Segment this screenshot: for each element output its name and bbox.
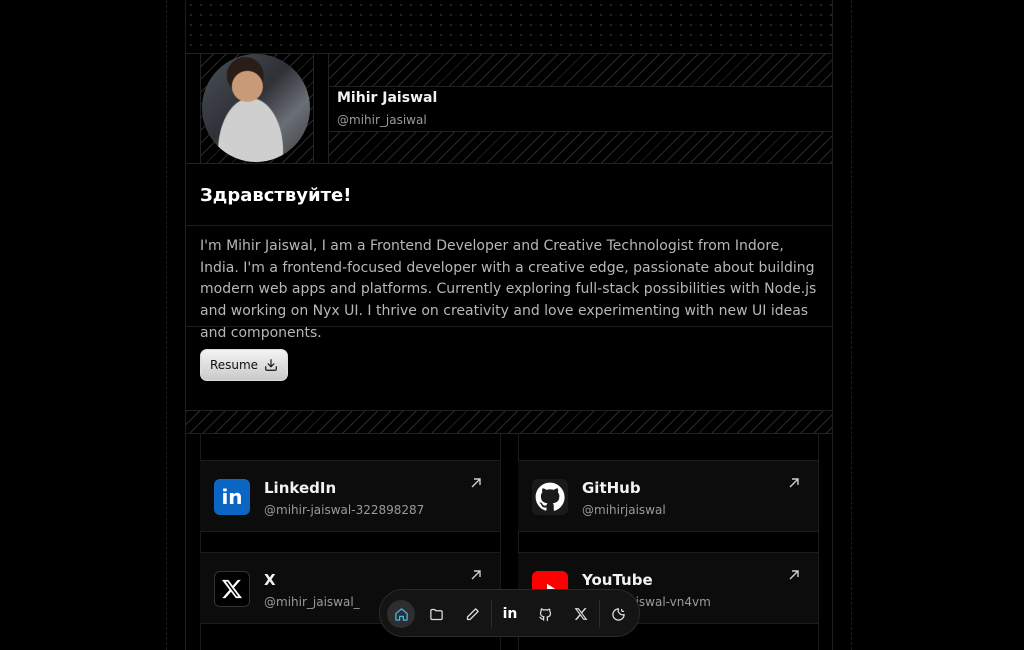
resume-label: Resume xyxy=(209,358,259,372)
dock-github[interactable] xyxy=(531,600,559,628)
social-handle: @mihir-jaiswal-322898287 xyxy=(264,503,425,517)
dock-linkedin[interactable]: in xyxy=(496,600,524,628)
folder-icon xyxy=(429,608,443,620)
github-icon xyxy=(538,607,551,621)
hatch-separator xyxy=(186,410,832,434)
main-panel: Mihir Jaiswal @mihir_jasiwal Здравствуйт… xyxy=(185,0,833,650)
floating-dock: in xyxy=(379,589,640,637)
social-title: YouTube xyxy=(582,571,653,589)
avatar xyxy=(202,54,310,162)
social-card-linkedin[interactable]: in LinkedIn @mihir-jaiswal-322898287 xyxy=(200,460,500,532)
greeting-section: Здравствуйте! xyxy=(186,163,832,226)
x-icon xyxy=(214,571,250,607)
greeting-heading: Здравствуйте! xyxy=(200,185,352,206)
dock-blog[interactable] xyxy=(458,600,486,628)
pencil-icon xyxy=(466,607,479,620)
social-title: LinkedIn xyxy=(264,479,337,497)
social-title: GitHub xyxy=(582,479,641,497)
linkedin-icon: in xyxy=(502,606,518,622)
dot-pattern-header xyxy=(186,0,832,54)
profile-header: Mihir Jaiswal @mihir_jasiwal xyxy=(186,53,832,164)
name-area: Mihir Jaiswal @mihir_jasiwal xyxy=(328,53,832,163)
bio-text: I'm Mihir Jaiswal, I am a Frontend Devel… xyxy=(200,238,817,341)
social-title: X xyxy=(264,571,276,589)
profile-handle: @mihir_jasiwal xyxy=(337,113,427,127)
social-handle: @mihir_jaiswal_ xyxy=(264,595,360,609)
linkedin-icon: in xyxy=(214,479,250,515)
dock-projects[interactable] xyxy=(422,600,450,628)
arrow-up-right-icon xyxy=(471,478,481,488)
social-handle: @mihirjaiswal xyxy=(582,503,666,517)
divider xyxy=(186,326,832,327)
home-icon xyxy=(394,607,408,621)
dock-home[interactable] xyxy=(387,600,415,628)
profile-name: Mihir Jaiswal xyxy=(337,90,438,106)
guide-line-left xyxy=(166,0,167,650)
github-icon xyxy=(532,479,568,515)
guide-line-right xyxy=(851,0,852,650)
download-icon xyxy=(265,359,277,371)
resume-button[interactable]: Resume xyxy=(200,349,288,381)
dock-theme-toggle[interactable] xyxy=(604,600,632,628)
dock-x[interactable] xyxy=(567,600,595,628)
arrow-up-right-icon xyxy=(471,570,481,580)
arrow-up-right-icon xyxy=(789,570,799,580)
avatar-frame xyxy=(200,53,314,163)
social-card-github[interactable]: GitHub @mihirjaiswal xyxy=(518,460,818,532)
arrow-up-right-icon xyxy=(789,478,799,488)
x-icon xyxy=(574,608,588,620)
theme-toggle-icon xyxy=(611,607,625,621)
